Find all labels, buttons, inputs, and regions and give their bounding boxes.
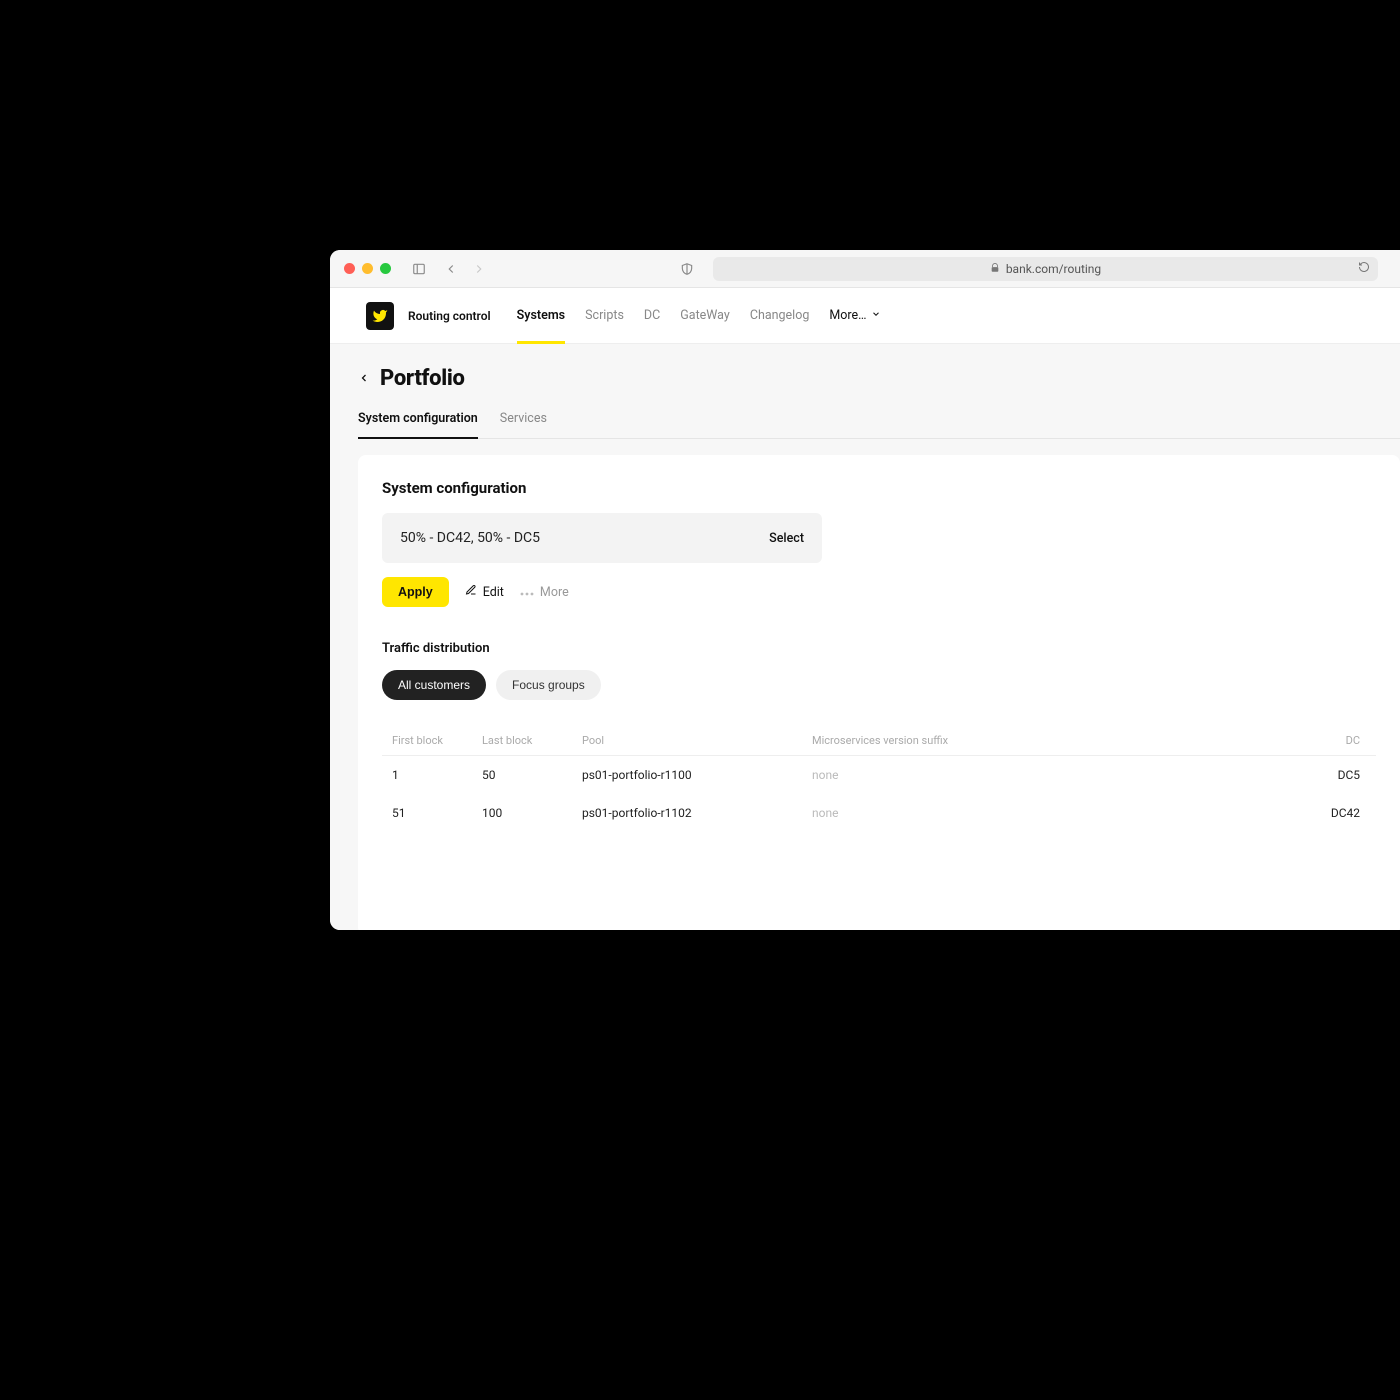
browser-window: bank.com/routing Routing control Systems… <box>330 250 1400 930</box>
window-controls <box>344 263 391 274</box>
back-chevron-icon[interactable] <box>358 369 370 388</box>
url-bar[interactable]: bank.com/routing <box>713 257 1378 281</box>
table-row: 1 50 ps01-portfolio-r1100 none DC5 <box>382 756 1376 795</box>
cell-first: 51 <box>382 794 472 832</box>
browser-titlebar: bank.com/routing <box>330 250 1400 288</box>
page-title-row: Portfolio <box>358 366 1400 391</box>
table-row: 51 100 ps01-portfolio-r1102 none DC42 <box>382 794 1376 832</box>
selected-config-text: 50% - DC42, 50% - DC5 <box>400 530 540 546</box>
col-last-block: Last block <box>472 726 572 756</box>
cell-pool: ps01-portfolio-r1100 <box>572 756 802 795</box>
cell-suffix: none <box>802 794 1032 832</box>
cell-first: 1 <box>382 756 472 795</box>
cell-last: 50 <box>472 756 572 795</box>
col-first-block: First block <box>382 726 472 756</box>
back-button[interactable] <box>441 259 461 279</box>
traffic-filter-pills: All customers Focus groups <box>382 670 1376 700</box>
nav-more-label: More… <box>829 308 866 323</box>
nav-more[interactable]: More… <box>829 308 880 323</box>
privacy-shield-icon[interactable] <box>677 259 697 279</box>
cell-suffix: none <box>802 756 1032 795</box>
cell-last: 100 <box>472 794 572 832</box>
select-button[interactable]: Select <box>769 531 804 546</box>
page-subtabs: System configuration Services <box>358 411 1400 439</box>
config-select-row: 50% - DC42, 50% - DC5 Select <box>382 513 822 563</box>
col-suffix: Microservices version suffix <box>802 726 1032 756</box>
pill-focus-groups[interactable]: Focus groups <box>496 670 601 700</box>
config-card: System configuration 50% - DC42, 50% - D… <box>358 455 1400 930</box>
cell-pool: ps01-portfolio-r1102 <box>572 794 802 832</box>
minimize-window-button[interactable] <box>362 263 373 274</box>
traffic-table: First block Last block Pool Microservice… <box>382 726 1376 832</box>
sidebar-toggle-icon[interactable] <box>409 259 429 279</box>
apply-button[interactable]: Apply <box>382 577 449 607</box>
traffic-section-label: Traffic distribution <box>382 641 1376 656</box>
top-nav: Systems Scripts DC GateWay Changelog Mor… <box>517 288 881 343</box>
app-brand: Routing control <box>408 309 491 323</box>
nav-dc[interactable]: DC <box>644 288 660 343</box>
nav-scripts[interactable]: Scripts <box>585 288 624 343</box>
chevron-down-icon <box>871 308 881 323</box>
card-title: System configuration <box>382 479 1376 497</box>
col-pool: Pool <box>572 726 802 756</box>
edit-button[interactable]: Edit <box>465 584 504 600</box>
page-title: Portfolio <box>380 366 465 391</box>
nav-changelog[interactable]: Changelog <box>750 288 810 343</box>
page-body: Portfolio System configuration Services … <box>330 344 1400 930</box>
cell-dc: DC5 <box>1032 756 1376 795</box>
card-actions: Apply Edit More <box>382 577 1376 607</box>
pill-all-customers[interactable]: All customers <box>382 670 486 700</box>
more-button[interactable]: More <box>520 585 569 600</box>
close-window-button[interactable] <box>344 263 355 274</box>
tab-services[interactable]: Services <box>500 411 547 438</box>
tab-system-configuration[interactable]: System configuration <box>358 411 478 438</box>
pencil-icon <box>465 584 477 600</box>
nav-systems[interactable]: Systems <box>517 288 565 343</box>
more-label: More <box>540 585 569 600</box>
refresh-icon[interactable] <box>1358 261 1370 276</box>
lock-icon <box>990 262 1000 276</box>
col-dc: DC <box>1032 726 1376 756</box>
dots-icon <box>520 585 534 600</box>
app-logo[interactable] <box>366 302 394 330</box>
cell-dc: DC42 <box>1032 794 1376 832</box>
app-header: Routing control Systems Scripts DC GateW… <box>330 288 1400 344</box>
zoom-window-button[interactable] <box>380 263 391 274</box>
edit-label: Edit <box>483 585 504 600</box>
url-text: bank.com/routing <box>1006 262 1101 276</box>
forward-button[interactable] <box>469 259 489 279</box>
nav-gateway[interactable]: GateWay <box>680 288 730 343</box>
